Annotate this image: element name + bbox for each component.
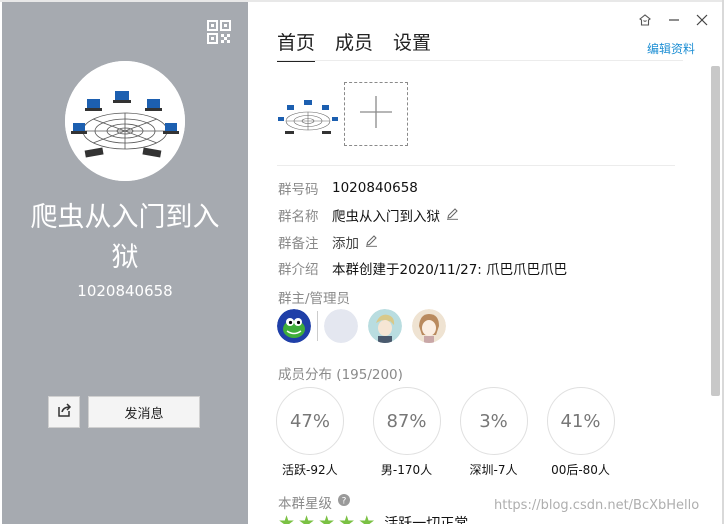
close-icon[interactable] bbox=[692, 10, 712, 30]
tab-members[interactable]: 成员 bbox=[335, 28, 373, 62]
group-profile-window: 爬虫从入门到入 狱 1020840658 发消息 编辑资料 首页 成员 设置 群… bbox=[0, 0, 724, 524]
share-button[interactable] bbox=[48, 396, 80, 428]
group-remark-add-link[interactable]: 添加 bbox=[332, 232, 359, 252]
album-photo[interactable] bbox=[277, 85, 339, 143]
stat-age-percent: 41% bbox=[546, 387, 615, 455]
group-number-label: 群号码 bbox=[278, 182, 319, 198]
stat-active-percent: 47% bbox=[276, 387, 344, 455]
edit-profile-link[interactable]: 编辑资料 bbox=[647, 40, 695, 57]
admin-avatar[interactable] bbox=[324, 309, 358, 343]
group-intro-row: 群介绍 本群创建于2020/11/27: 爪巴爪巴爪巴 bbox=[278, 258, 567, 278]
group-number-row: 群号码 1020840658 bbox=[278, 178, 418, 198]
admins-separator bbox=[317, 311, 318, 341]
tab-bar: 首页 成员 设置 bbox=[277, 28, 451, 62]
admin-avatar[interactable] bbox=[412, 309, 446, 343]
add-photo-button[interactable] bbox=[344, 82, 408, 146]
plus-icon bbox=[359, 95, 393, 133]
star-icon: ★ bbox=[358, 512, 376, 524]
group-name-line-1: 爬虫从入门到入 bbox=[30, 202, 220, 233]
stat-region[interactable]: 3% 深圳-7人 bbox=[450, 387, 537, 478]
edit-name-pencil-icon[interactable] bbox=[446, 207, 459, 224]
star-icon: ★ bbox=[278, 512, 296, 524]
stat-male-percent: 87% bbox=[372, 387, 441, 455]
stat-active[interactable]: 47% 活跃-92人 bbox=[276, 387, 363, 478]
minimize-icon[interactable] bbox=[664, 10, 684, 30]
stat-active-label: 活跃-92人 bbox=[282, 463, 338, 477]
group-name-line-2: 狱 bbox=[111, 242, 139, 273]
qr-code-icon[interactable] bbox=[207, 20, 231, 44]
star-icon: ★ bbox=[298, 512, 316, 524]
star-icon: ★ bbox=[318, 512, 336, 524]
group-avatar[interactable] bbox=[65, 61, 185, 181]
group-name-heading: 爬虫从入门到入 狱 bbox=[10, 198, 240, 278]
group-intro-value: 本群创建于2020/11/27: 爪巴爪巴爪巴 bbox=[332, 262, 568, 278]
members-stats: 47% 活跃-92人 87% 男-170人 3% 深圳-7人 41% 00后-8… bbox=[276, 387, 624, 478]
group-remark-row: 群备注 添加 bbox=[278, 232, 378, 252]
stat-male-label: 男-170人 bbox=[380, 463, 433, 477]
group-intro-label: 群介绍 bbox=[278, 262, 319, 278]
svg-text:?: ? bbox=[342, 497, 347, 507]
admin-avatar[interactable] bbox=[368, 309, 402, 343]
stat-region-percent: 3% bbox=[459, 387, 528, 455]
tabs-divider bbox=[277, 60, 683, 61]
stat-age[interactable]: 41% 00后-80人 bbox=[537, 387, 624, 478]
tab-home[interactable]: 首页 bbox=[277, 28, 316, 62]
group-number-value: 1020840658 bbox=[332, 180, 418, 196]
members-distribution-label: 成员分布 bbox=[278, 367, 332, 383]
watermark-text: https://blog.csdn.net/BcXbHello bbox=[494, 498, 700, 513]
group-summary-panel: 爬虫从入门到入 狱 1020840658 发消息 bbox=[2, 2, 248, 524]
admins-title: 群主/管理员 bbox=[278, 291, 351, 307]
group-level-title: 本群星级 ? bbox=[278, 492, 350, 512]
admins-avatar-list bbox=[277, 309, 456, 343]
skin-icon[interactable] bbox=[635, 10, 655, 30]
album-divider bbox=[277, 165, 675, 166]
tab-settings[interactable]: 设置 bbox=[393, 28, 431, 62]
scrollbar[interactable] bbox=[711, 66, 720, 524]
group-name-row: 群名称 爬虫从入门到入狱 bbox=[278, 205, 459, 225]
group-remark-label: 群备注 bbox=[278, 236, 319, 252]
scrollbar-thumb[interactable] bbox=[711, 66, 720, 396]
members-count: (195/200) bbox=[336, 367, 403, 383]
group-name-label: 群名称 bbox=[278, 209, 319, 225]
stat-male[interactable]: 87% 男-170人 bbox=[363, 387, 450, 478]
edit-remark-pencil-icon[interactable] bbox=[365, 234, 378, 251]
send-message-button[interactable]: 发消息 bbox=[88, 396, 200, 428]
share-icon bbox=[56, 402, 72, 422]
star-icon: ★ bbox=[338, 512, 356, 524]
group-level-text: 活跃一切正常 bbox=[384, 516, 469, 524]
group-level-label: 本群星级 bbox=[278, 496, 332, 512]
members-distribution-title: 成员分布 (195/200) bbox=[278, 363, 403, 383]
group-id-text: 1020840658 bbox=[77, 282, 173, 300]
group-name-value: 爬虫从入门到入狱 bbox=[332, 209, 440, 225]
stat-region-label: 深圳-7人 bbox=[469, 463, 518, 477]
help-icon[interactable]: ? bbox=[338, 494, 350, 510]
group-detail-panel: 编辑资料 首页 成员 设置 群号码 1020840658 群名称 爬虫从入门到入… bbox=[248, 2, 722, 524]
group-level-stars: ★ ★ ★ ★ ★ 活跃一切正常 bbox=[278, 512, 468, 524]
stat-age-label: 00后-80人 bbox=[551, 463, 610, 477]
owner-avatar[interactable] bbox=[277, 309, 311, 343]
